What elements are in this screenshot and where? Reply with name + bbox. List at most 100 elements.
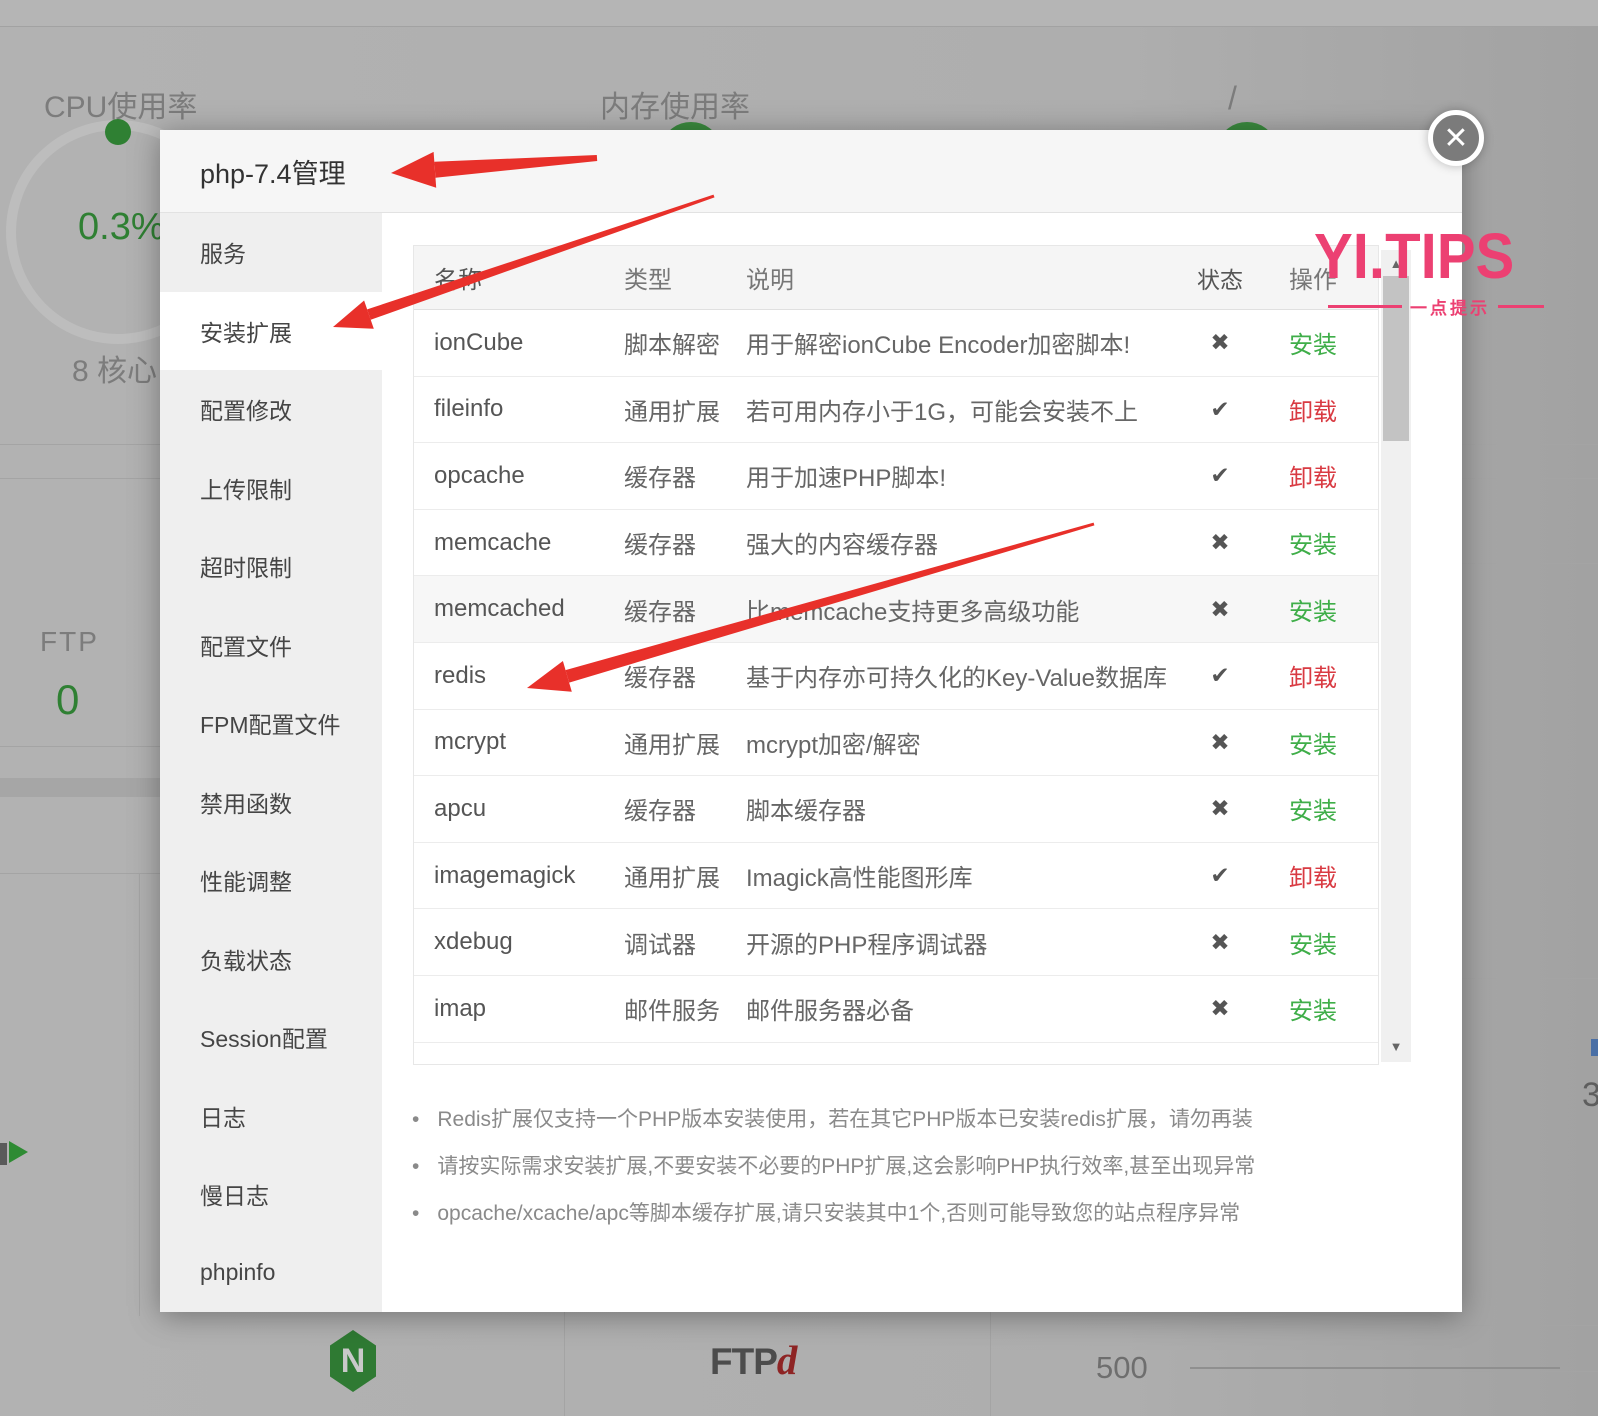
scrollbar-thumb[interactable]	[1383, 276, 1409, 441]
bg-divider	[1462, 978, 1598, 979]
table-row-fileinfo: fileinfo 通用扩展 若可用内存小于1G，可能会安装不上 ✔ 卸载	[414, 377, 1378, 444]
uninstall-link[interactable]: 卸载	[1270, 458, 1356, 493]
install-link[interactable]: 安装	[1270, 525, 1356, 560]
install-link[interactable]: 安装	[1270, 925, 1356, 960]
status-not-installed-icon: ✖	[1210, 329, 1230, 356]
bg-divider	[1462, 1325, 1598, 1326]
clipped-glyph	[0, 1143, 7, 1165]
col-header-status: 状态	[1197, 266, 1243, 293]
ftpd-accent: d	[776, 1337, 797, 1383]
sidebar-item-超时限制[interactable]: 超时限制	[160, 527, 382, 606]
ext-name-cell: ionCube	[434, 328, 524, 356]
ext-desc-cell: 强大的内容缓存器	[746, 532, 938, 560]
uninstall-link[interactable]: 卸载	[1270, 658, 1356, 693]
table-body: ionCube 脚本解密 用于解密ionCube Encoder加密脚本! ✖ 安装 fi…	[414, 310, 1378, 1043]
ext-name-cell: redis	[434, 661, 487, 689]
ext-name-cell: opcache	[434, 461, 525, 489]
ext-desc-cell: 开源的PHP程序调试器	[746, 931, 988, 959]
ext-name-cell: memcache	[434, 528, 552, 556]
ext-desc-cell: mcrypt加密/解密	[746, 731, 921, 759]
ext-name-cell: imagemagick	[434, 861, 576, 889]
bg-vertical-divider	[139, 873, 140, 1316]
sidebar-item-性能调整[interactable]: 性能调整	[160, 841, 382, 920]
disk-gauge-arc	[1216, 122, 1278, 130]
ext-type-cell: 缓存器	[624, 465, 696, 493]
table-row-opcache: opcache 缓存器 用于加速PHP脚本! ✔ 卸载	[414, 443, 1378, 510]
sidebar-item-安装扩展[interactable]: 安装扩展	[160, 291, 382, 370]
bg-divider	[0, 746, 160, 747]
ext-type-cell: 通用扩展	[624, 865, 720, 893]
ext-type-cell: 缓存器	[624, 598, 696, 626]
table-scrollbar[interactable]: ▲ ▼	[1381, 250, 1411, 1062]
play-icon	[9, 1141, 28, 1163]
notes-list: Redis扩展仅支持一个PHP版本安装使用，若在其它PHP版本已安装redis扩…	[412, 1096, 1372, 1237]
sidebar-item-phpinfo[interactable]: phpinfo	[160, 1234, 382, 1313]
nginx-logo: N	[330, 1330, 376, 1392]
bg-500-value: 500	[1096, 1350, 1148, 1385]
sidebar-item-上传限制[interactable]: 上传限制	[160, 449, 382, 528]
ext-name-cell: memcached	[434, 595, 565, 623]
status-installed-icon: ✔	[1210, 662, 1230, 689]
col-header-desc: 说明	[746, 267, 794, 294]
modal-sidebar: 服务 安装扩展 配置修改 上传限制 超时限制 配置文件 FPM配置文件 禁用函数 性能调整 负载状…	[160, 213, 382, 1312]
sidebar-item-Session配置[interactable]: Session配置	[160, 998, 382, 1077]
ext-name-cell: xdebug	[434, 928, 513, 956]
ext-type-cell: 脚本解密	[624, 332, 720, 360]
sidebar-item-服务[interactable]: 服务	[160, 213, 382, 292]
modal-title: php-7.4管理	[200, 158, 346, 189]
status-not-installed-icon: ✖	[1210, 595, 1230, 622]
install-link[interactable]: 安装	[1270, 725, 1356, 760]
ftpd-logo: FTPd	[710, 1336, 797, 1384]
status-installed-icon: ✔	[1210, 395, 1230, 422]
sidebar-item-配置修改[interactable]: 配置修改	[160, 370, 382, 449]
note-item: opcache/xcache/apc等脚本缓存扩展,请只安装其中1个,否则可能导…	[412, 1190, 1372, 1237]
bg-count-value: 3	[1582, 1076, 1598, 1114]
sidebar-item-慢日志[interactable]: 慢日志	[160, 1155, 382, 1234]
cpu-usage-value: 0.3%	[78, 206, 165, 248]
note-item: Redis扩展仅支持一个PHP版本安装使用，若在其它PHP版本已安装redis扩…	[412, 1096, 1372, 1143]
ext-name-cell: fileinfo	[434, 395, 504, 423]
col-header-type: 类型	[624, 267, 672, 294]
close-button[interactable]: ✕	[1428, 110, 1484, 166]
sidebar-item-配置文件[interactable]: 配置文件	[160, 606, 382, 685]
install-link[interactable]: 安装	[1270, 791, 1356, 826]
sidebar-item-负载状态[interactable]: 负载状态	[160, 920, 382, 999]
status-installed-icon: ✔	[1210, 462, 1230, 489]
modal-header: php-7.4管理	[160, 130, 1462, 213]
status-not-installed-icon: ✖	[1210, 995, 1230, 1022]
scroll-up-icon[interactable]: ▲	[1381, 256, 1411, 271]
sidebar-item-FPM配置文件[interactable]: FPM配置文件	[160, 684, 382, 763]
table-header-row: 名称 类型 说明 状态 操作	[414, 246, 1378, 310]
ftpd-main: FTP	[710, 1341, 778, 1382]
bg-strip	[0, 778, 160, 797]
ext-name-cell: apcu	[434, 794, 487, 822]
uninstall-link[interactable]: 卸载	[1270, 858, 1356, 893]
install-link[interactable]: 安装	[1270, 991, 1356, 1026]
table-row-imap: imap 邮件服务 邮件服务器必备 ✖ 安装	[414, 976, 1378, 1043]
status-not-installed-icon: ✖	[1210, 795, 1230, 822]
ext-type-cell: 缓存器	[624, 532, 696, 560]
sidebar-item-禁用函数[interactable]: 禁用函数	[160, 763, 382, 842]
ext-name-cell: imap	[434, 994, 487, 1022]
ext-type-cell: 通用扩展	[624, 398, 720, 426]
sidebar-item-日志[interactable]: 日志	[160, 1077, 382, 1156]
ext-type-cell: 调试器	[624, 931, 696, 959]
ext-desc-cell: 基于内存亦可持久化的Key-Value数据库	[746, 665, 1167, 693]
install-link[interactable]: 安装	[1270, 592, 1356, 627]
bg-vertical-divider	[990, 1312, 991, 1416]
ext-desc-cell: 用于解密ionCube Encoder加密脚本!	[746, 332, 1131, 360]
ext-name-cell: mcrypt	[434, 728, 506, 756]
table-row-mcrypt: mcrypt 通用扩展 mcrypt加密/解密 ✖ 安装	[414, 710, 1378, 777]
scroll-down-icon[interactable]: ▼	[1381, 1039, 1411, 1054]
memory-gauge-arc	[660, 122, 722, 130]
screen: CPU使用率 0.3% 8 核心 内存使用率 / FTP 0 3 N FTPd …	[0, 0, 1598, 1416]
uninstall-link[interactable]: 卸载	[1270, 392, 1356, 427]
bg-divider	[1462, 1371, 1598, 1372]
install-link[interactable]: 安装	[1270, 325, 1356, 360]
ext-desc-cell: 脚本缓存器	[746, 798, 866, 826]
extension-table: 名称 类型 说明 状态 操作 ionCube 脚本解密 用于解密ionCube Encode…	[413, 245, 1379, 1065]
status-installed-icon: ✔	[1210, 862, 1230, 889]
ext-desc-cell: 比memcache支持更多高级功能	[746, 598, 1080, 626]
ext-desc-cell: 用于加速PHP脚本!	[746, 465, 947, 493]
tagline-rule-right	[1498, 305, 1544, 308]
